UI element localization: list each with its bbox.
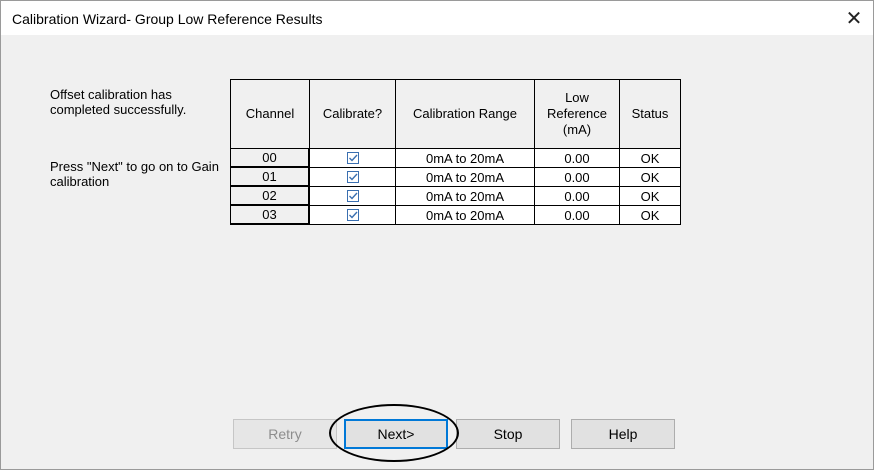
header-low-reference: Low Reference (mA) bbox=[535, 79, 620, 149]
checkmark-icon bbox=[348, 192, 358, 200]
calibrate-cell-03 bbox=[310, 206, 396, 225]
results-table: Channel Calibrate? Calibration Range Low… bbox=[230, 79, 681, 225]
channel-button-03[interactable]: 03 bbox=[230, 206, 310, 225]
calibrate-checkbox-00[interactable] bbox=[346, 152, 359, 164]
title-bar: Calibration Wizard- Group Low Reference … bbox=[1, 1, 873, 35]
status-cell-03: OK bbox=[620, 206, 681, 225]
calibrate-cell-00 bbox=[310, 149, 396, 168]
calibrate-checkbox-03[interactable] bbox=[346, 209, 359, 221]
low-ref-cell-03: 0.00 bbox=[535, 206, 620, 225]
offset-complete-message: Offset calibration has completed success… bbox=[50, 87, 187, 117]
header-calibrate: Calibrate? bbox=[310, 79, 396, 149]
header-channel: Channel bbox=[230, 79, 310, 149]
next-button[interactable]: Next> bbox=[344, 419, 448, 449]
calibrate-cell-02 bbox=[310, 187, 396, 206]
low-ref-cell-02: 0.00 bbox=[535, 187, 620, 206]
header-status: Status bbox=[620, 79, 681, 149]
status-cell-02: OK bbox=[620, 187, 681, 206]
channel-button-00[interactable]: 00 bbox=[230, 149, 310, 168]
range-cell-00: 0mA to 20mA bbox=[396, 149, 535, 168]
stop-button[interactable]: Stop bbox=[456, 419, 560, 449]
calibrate-checkbox-02[interactable] bbox=[346, 190, 359, 202]
checkmark-icon bbox=[348, 154, 358, 162]
calibrate-cell-01 bbox=[310, 168, 396, 187]
channel-button-02[interactable]: 02 bbox=[230, 187, 310, 206]
header-low-reference-line3: (mA) bbox=[562, 122, 592, 137]
close-icon[interactable]: ✕ bbox=[841, 5, 867, 31]
calibrate-checkbox-01[interactable] bbox=[346, 171, 359, 183]
channel-button-01[interactable]: 01 bbox=[230, 168, 310, 187]
range-cell-03: 0mA to 20mA bbox=[396, 206, 535, 225]
status-cell-01: OK bbox=[620, 168, 681, 187]
range-cell-02: 0mA to 20mA bbox=[396, 187, 535, 206]
header-low-reference-line1: Low bbox=[565, 90, 589, 105]
checkmark-icon bbox=[348, 173, 358, 181]
help-button[interactable]: Help bbox=[571, 419, 675, 449]
status-cell-00: OK bbox=[620, 149, 681, 168]
calibration-wizard-dialog: Calibration Wizard- Group Low Reference … bbox=[0, 0, 874, 470]
header-calibration-range: Calibration Range bbox=[396, 79, 535, 149]
range-cell-01: 0mA to 20mA bbox=[396, 168, 535, 187]
retry-button[interactable]: Retry bbox=[233, 419, 337, 449]
next-instruction-message: Press "Next" to go on to Gain calibratio… bbox=[50, 159, 219, 189]
low-ref-cell-01: 0.00 bbox=[535, 168, 620, 187]
low-ref-cell-00: 0.00 bbox=[535, 149, 620, 168]
header-low-reference-line2: Reference bbox=[547, 106, 607, 121]
dialog-title: Calibration Wizard- Group Low Reference … bbox=[12, 11, 323, 27]
checkmark-icon bbox=[348, 211, 358, 219]
